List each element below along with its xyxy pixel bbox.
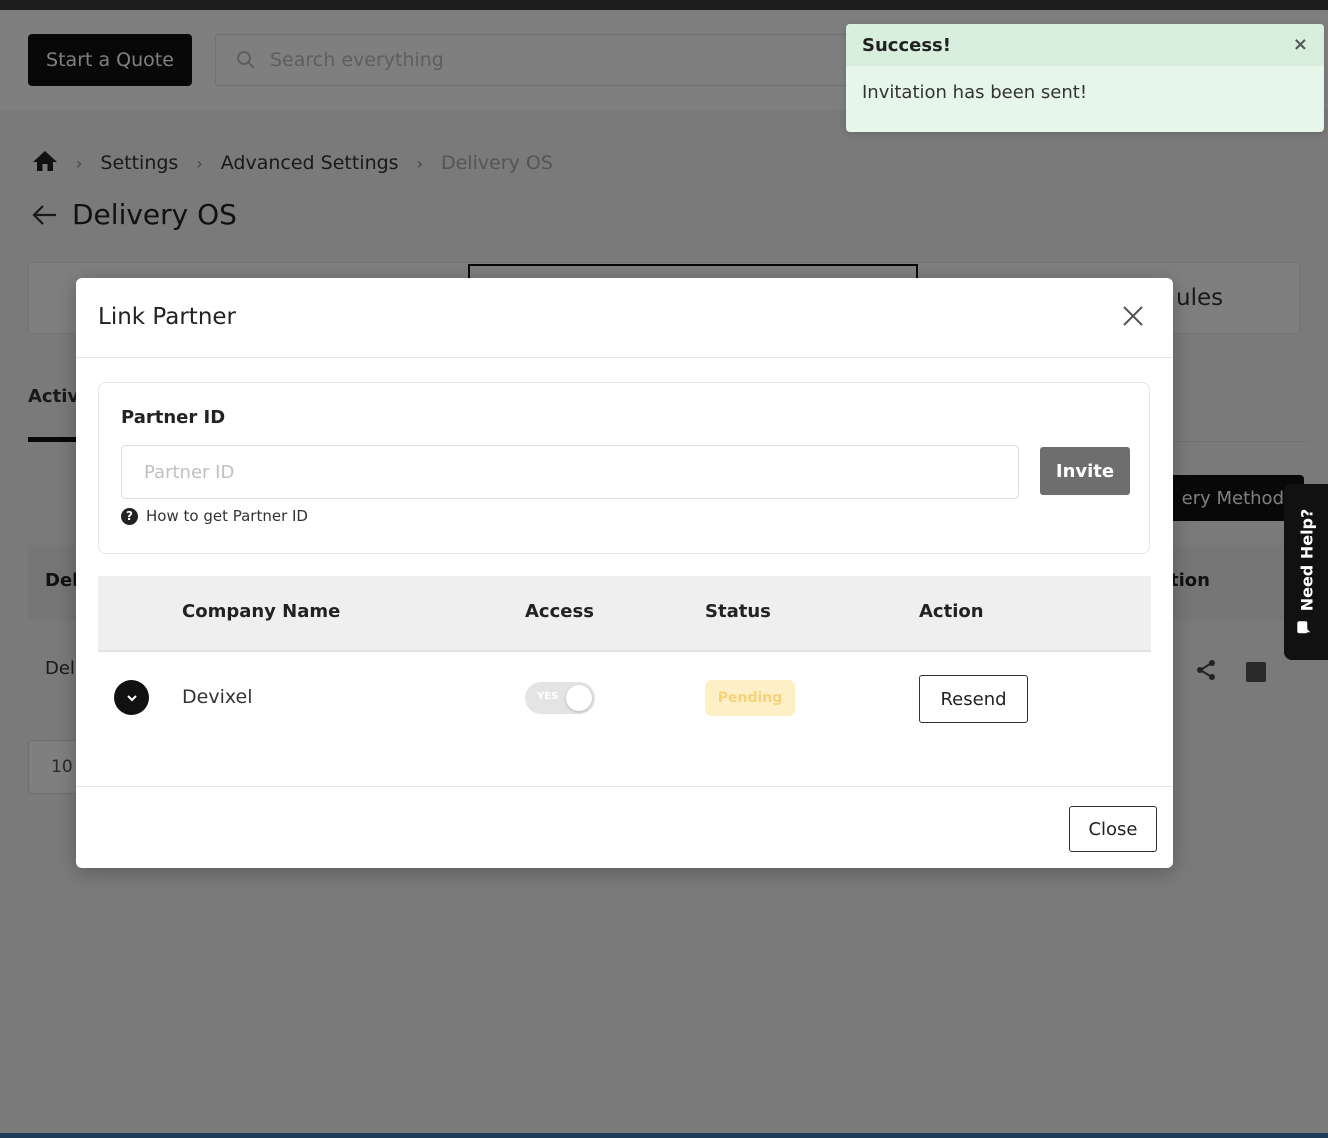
toast-message: Invitation has been sent!: [862, 82, 1088, 103]
toast-close-icon[interactable]: ×: [1293, 34, 1308, 55]
resend-button[interactable]: Resend: [919, 675, 1028, 723]
success-toast: Success! × Invitation has been sent!: [846, 24, 1324, 132]
status-badge: Pending: [705, 680, 795, 716]
table-row: Devixel YES Pending Resend: [98, 652, 1151, 744]
partner-id-card: Partner ID Invite ? How to get Partner I…: [98, 382, 1150, 554]
invite-button[interactable]: Invite: [1040, 447, 1130, 495]
partner-id-help-text: How to get Partner ID: [146, 507, 308, 525]
table-header: Company Name Access Status Action: [98, 576, 1151, 652]
toast-header: Success! ×: [846, 24, 1324, 66]
close-icon[interactable]: [1119, 302, 1147, 330]
chat-icon: [1296, 619, 1316, 635]
access-toggle[interactable]: YES: [525, 682, 595, 714]
partner-id-input[interactable]: [121, 445, 1019, 499]
column-header-company: Company Name: [182, 601, 341, 622]
partners-table: Company Name Access Status Action Devixe…: [98, 576, 1151, 744]
link-partner-modal: Link Partner Partner ID Invite ? How to …: [76, 278, 1173, 868]
partner-id-help-link[interactable]: ? How to get Partner ID: [121, 507, 308, 525]
bottom-edge-bar: [0, 1133, 1328, 1138]
company-name: Devixel: [182, 686, 253, 708]
chevron-down-icon[interactable]: [114, 680, 149, 715]
question-icon: ?: [121, 507, 138, 525]
toast-title: Success!: [862, 34, 951, 56]
column-header-status: Status: [705, 601, 771, 622]
column-header-action: Action: [919, 601, 984, 622]
partner-id-label: Partner ID: [121, 407, 226, 428]
modal-header: Link Partner: [76, 278, 1173, 358]
need-help-tab[interactable]: Need Help?: [1284, 484, 1328, 660]
modal-title: Link Partner: [98, 304, 236, 330]
access-toggle-knob: [566, 685, 592, 711]
modal-footer: Close: [76, 786, 1173, 868]
need-help-label: Need Help?: [1296, 508, 1316, 612]
column-header-access: Access: [525, 601, 594, 622]
access-toggle-label: YES: [537, 691, 559, 702]
close-button[interactable]: Close: [1069, 806, 1157, 852]
